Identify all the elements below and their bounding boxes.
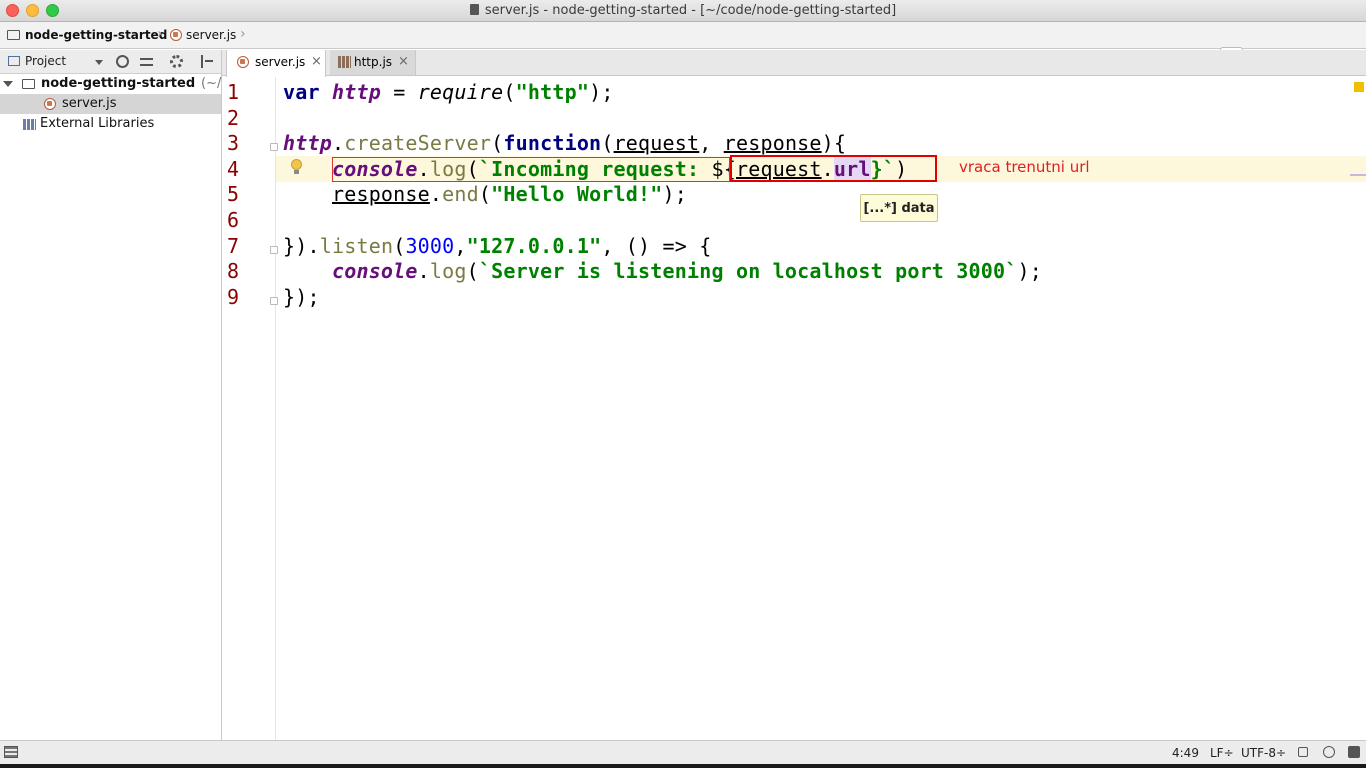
inspection-status-marker[interactable] xyxy=(1354,82,1364,92)
tool-windows-toggle-icon[interactable] xyxy=(4,746,18,758)
project-panel-header: Project xyxy=(0,50,221,74)
code-line-7: }).listen(3000,"127.0.0.1", () => { xyxy=(283,234,712,258)
event-log-icon[interactable] xyxy=(1348,746,1360,758)
line-number: 2 xyxy=(227,106,240,130)
line-number: 4 xyxy=(227,157,240,181)
code-line-9: }); xyxy=(283,285,320,309)
tree-item-project-root[interactable]: node-getting-started (~/ xyxy=(0,74,221,94)
file-icon xyxy=(469,4,479,15)
scroll-from-source-icon[interactable] xyxy=(116,55,129,68)
code-line-1: var http = require("http"); xyxy=(283,80,614,104)
tree-item-path-hint: (~/ xyxy=(201,76,222,91)
project-icon xyxy=(8,56,20,66)
tab-label: server.js xyxy=(255,55,306,69)
tab-server-js[interactable]: server.js × xyxy=(226,50,326,77)
annotation-box-highlight xyxy=(730,155,937,182)
hide-panel-icon[interactable] xyxy=(201,55,214,68)
fold-marker-icon[interactable] xyxy=(270,143,278,151)
line-separator-selector[interactable]: LF÷ xyxy=(1210,746,1234,760)
line-number: 7 xyxy=(227,234,240,258)
tab-http-js[interactable]: http.js × xyxy=(330,50,416,75)
project-view-selector[interactable]: Project xyxy=(8,54,66,68)
line-number: 6 xyxy=(227,208,240,232)
line-number: 8 xyxy=(227,259,240,283)
js-file-icon xyxy=(44,98,56,110)
lock-icon[interactable] xyxy=(1298,747,1308,757)
encoding-selector[interactable]: UTF-8÷ xyxy=(1241,746,1286,760)
breadcrumb-separator: › xyxy=(157,26,163,42)
caret-position[interactable]: 4:49 xyxy=(1172,746,1199,760)
breadcrumb-file[interactable]: server.js xyxy=(170,28,236,42)
annotation-note: vraca trenutni url xyxy=(959,158,1090,176)
code-line-5: response.end("Hello World!"); xyxy=(331,182,687,206)
inspector-icon[interactable] xyxy=(1323,746,1335,758)
chevron-down-icon[interactable] xyxy=(95,60,103,65)
line-number: 3 xyxy=(227,131,240,155)
scrollbar-marker[interactable] xyxy=(1350,174,1366,176)
js-file-icon xyxy=(170,29,182,41)
window-title-text: server.js - node-getting-started - [~/co… xyxy=(484,3,897,18)
fold-marker-icon[interactable] xyxy=(270,246,278,254)
library-icon xyxy=(23,119,36,130)
editor-gutter: 1 2 3 4 5 6 7 8 9 xyxy=(222,77,278,740)
library-file-icon xyxy=(338,56,351,68)
tree-item-label: External Libraries xyxy=(40,116,155,131)
code-line-8: console.log(`Server is listening on loca… xyxy=(331,259,1042,283)
screen-bottom-edge xyxy=(0,764,1366,768)
tab-label: http.js xyxy=(354,55,393,69)
close-icon[interactable]: × xyxy=(398,54,409,69)
line-number: 9 xyxy=(227,285,240,309)
folder-icon xyxy=(7,30,20,40)
expand-arrow-icon[interactable] xyxy=(3,81,13,87)
close-icon[interactable]: × xyxy=(311,54,322,69)
title-bar: server.js - node-getting-started - [~/co… xyxy=(0,0,1366,22)
code-line-3: http.createServer(function(request, resp… xyxy=(283,131,847,155)
status-bar: 4:49 LF÷ UTF-8÷ xyxy=(0,740,1366,764)
breadcrumb-separator: › xyxy=(240,26,246,42)
project-tool-window: Project node-getting-started (~/ server.… xyxy=(0,50,222,740)
tree-item-label: node-getting-started xyxy=(41,76,196,91)
tree-item-server-js[interactable]: server.js xyxy=(0,94,221,114)
line-number: 5 xyxy=(227,182,240,206)
folder-icon xyxy=(22,79,35,89)
tree-item-label: server.js xyxy=(62,96,117,111)
collapse-all-icon[interactable] xyxy=(140,58,153,66)
editor-tab-bar: server.js × http.js × xyxy=(222,50,1366,77)
window-title: server.js - node-getting-started - [~/co… xyxy=(0,3,1366,18)
navigation-bar: node-getting-started › server.js › xyxy=(0,22,1366,68)
code-editor[interactable]: 1 2 3 4 5 6 7 8 9 var http = require("ht… xyxy=(222,77,1366,740)
fold-marker-icon[interactable] xyxy=(270,297,278,305)
js-file-icon xyxy=(237,56,249,68)
parameter-hint-tooltip: [...*] data xyxy=(860,194,938,222)
annotation-box-outer xyxy=(332,157,730,182)
breadcrumb-project[interactable]: node-getting-started xyxy=(7,28,167,42)
tree-item-external-libraries[interactable]: External Libraries xyxy=(0,114,221,134)
gear-icon[interactable] xyxy=(170,55,183,68)
line-number: 1 xyxy=(227,80,240,104)
